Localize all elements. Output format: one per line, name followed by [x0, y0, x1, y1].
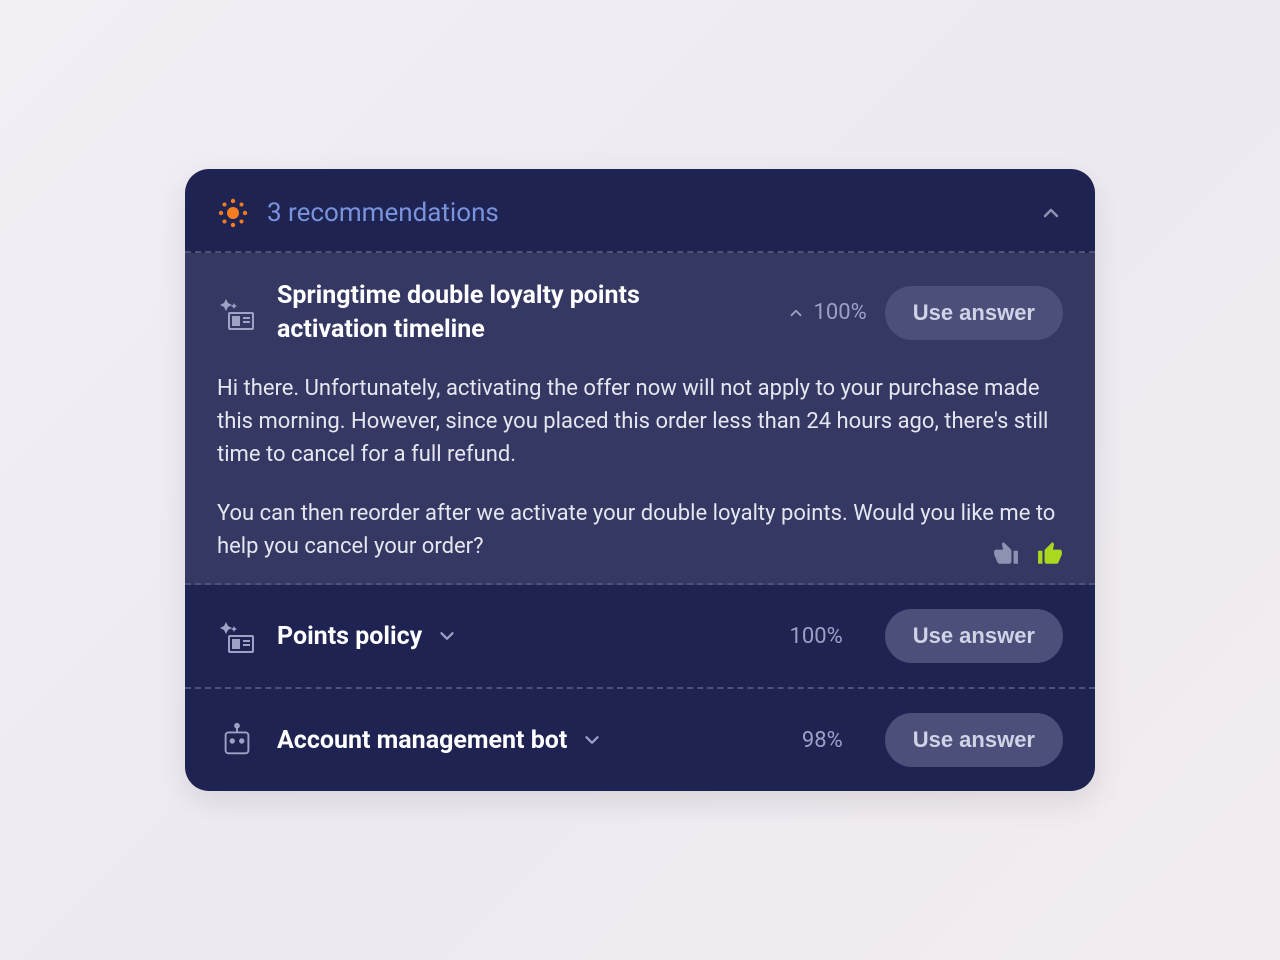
title-group: Account management bot	[277, 726, 782, 755]
confidence-value: 98%	[802, 728, 843, 753]
thumbs-up-button[interactable]	[1037, 541, 1063, 567]
recommendation-title: Points policy	[277, 622, 422, 651]
recommendation-title: Account management bot	[277, 726, 567, 755]
chevron-up-icon	[787, 304, 805, 322]
title-group: Points policy	[277, 622, 769, 651]
bot-icon	[217, 721, 257, 759]
body-paragraph: You can then reorder after we activate y…	[217, 497, 1063, 563]
recommendation-expanded: Springtime double loyalty points activat…	[185, 253, 1095, 586]
recommendation-collapsed[interactable]: Account management bot 98% Use answer	[185, 689, 1095, 791]
use-answer-button[interactable]: Use answer	[885, 713, 1063, 767]
confidence-indicator[interactable]: 100%	[787, 300, 866, 325]
body-paragraph: Hi there. Unfortunately, activating the …	[217, 372, 1063, 471]
recommendation-header: Springtime double loyalty points activat…	[217, 279, 1063, 347]
recommendation-body: Hi there. Unfortunately, activating the …	[217, 372, 1063, 563]
chevron-down-icon	[436, 625, 458, 647]
thumbs-down-button[interactable]	[993, 541, 1019, 567]
recommendation-actions: 100% Use answer	[787, 286, 1063, 340]
feedback-controls	[993, 541, 1063, 567]
article-sparkle-icon	[217, 616, 257, 656]
panel-header: 3 recommendations	[185, 169, 1095, 253]
use-answer-button[interactable]: Use answer	[885, 286, 1063, 340]
recommendation-collapsed[interactable]: Points policy 100% Use answer	[185, 585, 1095, 689]
panel-title: 3 recommendations	[267, 198, 499, 228]
confidence-value: 100%	[789, 624, 842, 649]
recommendation-title: Springtime double loyalty points activat…	[277, 279, 767, 347]
sun-icon	[217, 197, 249, 229]
header-left: 3 recommendations	[217, 197, 499, 229]
chevron-down-icon	[581, 729, 603, 751]
article-sparkle-icon	[217, 293, 257, 333]
use-answer-button[interactable]: Use answer	[885, 609, 1063, 663]
confidence-value: 100%	[813, 300, 866, 325]
recommendations-panel: 3 recommendations	[185, 169, 1095, 792]
collapse-panel-button[interactable]	[1039, 201, 1063, 225]
